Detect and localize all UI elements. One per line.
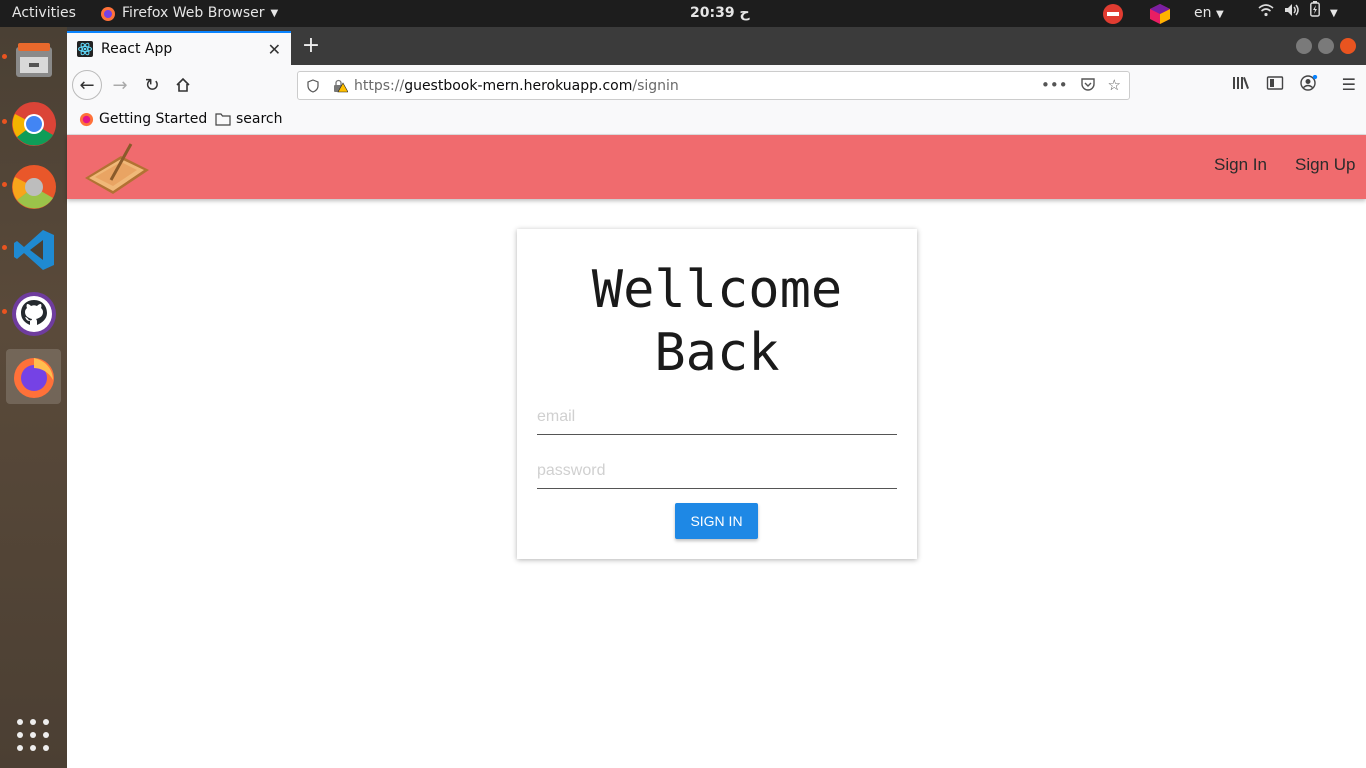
volume-icon <box>1284 0 1300 27</box>
files-launcher[interactable] <box>6 33 61 88</box>
firefox-icon <box>101 6 115 21</box>
url-path: /signin <box>632 77 679 94</box>
back-button[interactable]: ← <box>72 70 102 100</box>
shield-icon <box>307 78 319 93</box>
home-icon <box>176 77 190 92</box>
reload-button[interactable]: ↻ <box>137 70 167 100</box>
url-scheme: https:// <box>354 77 405 94</box>
pocket-icon[interactable] <box>1080 76 1096 92</box>
title-line-2: Back <box>654 323 780 383</box>
firefox-icon <box>13 357 54 398</box>
url-actions: ••• ☆ <box>1041 76 1121 94</box>
hamburger-menu-icon[interactable]: ☰ <box>1342 75 1356 94</box>
title-line-1: Wellcome <box>591 260 843 320</box>
tab-strip: React App ✕ + <box>67 27 1366 65</box>
vscode-icon <box>13 229 54 270</box>
window-controls <box>1296 38 1356 54</box>
arrow-left-icon: ← <box>79 74 95 96</box>
files-icon <box>15 42 52 77</box>
guestbook-logo-icon[interactable] <box>81 140 151 196</box>
bookmark-getting-started[interactable]: Getting Started <box>79 111 207 127</box>
insecure-lock-icon <box>334 79 348 92</box>
bookmark-search[interactable]: search <box>215 111 283 127</box>
chevron-down-icon: ▼ <box>1215 9 1224 20</box>
nav-signup-link[interactable]: Sign Up <box>1295 155 1355 175</box>
vscode-launcher[interactable] <box>6 222 61 277</box>
close-tab-icon[interactable]: ✕ <box>268 40 281 59</box>
chrome-beta-icon <box>11 164 56 209</box>
email-field[interactable] <box>537 399 897 435</box>
maximize-button[interactable] <box>1318 38 1334 54</box>
signin-card: Wellcome Back SIGN IN <box>517 229 917 559</box>
new-tab-button[interactable]: + <box>299 35 323 59</box>
react-icon <box>77 41 93 57</box>
dock <box>0 27 67 768</box>
activities-button[interactable]: Activities <box>12 0 76 27</box>
minimize-button[interactable] <box>1296 38 1312 54</box>
chevron-down-icon: ▼ <box>270 8 279 19</box>
url-bar[interactable]: https://guestbook-mern.herokuapp.com/sig… <box>297 71 1130 100</box>
bookmark-label: search <box>236 111 283 127</box>
chrome-icon <box>11 101 56 146</box>
page-title: Wellcome Back <box>517 259 917 385</box>
reload-icon: ↻ <box>144 74 160 96</box>
web-page: Sign In Sign Up Wellcome Back SIGN IN <box>67 135 1366 768</box>
chrome-launcher[interactable] <box>6 96 61 151</box>
app-menu[interactable]: Firefox Web Browser ▼ <box>100 0 278 27</box>
show-applications-icon[interactable] <box>17 719 49 751</box>
password-field[interactable] <box>537 453 897 489</box>
tab-title: React App <box>101 41 173 57</box>
wifi-icon <box>1258 0 1274 27</box>
battery-icon <box>1310 0 1320 27</box>
arrow-right-icon: → <box>112 74 128 96</box>
firefox-icon <box>79 112 94 126</box>
page-actions-icon[interactable]: ••• <box>1041 76 1068 94</box>
navigation-toolbar: ← → ↻ https://guestbook-mern.herokuapp.c… <box>67 65 1366 105</box>
clock[interactable]: 20:39 ح <box>690 0 750 27</box>
language-label: en <box>1194 5 1212 21</box>
firefox-launcher[interactable] <box>6 349 61 404</box>
app-header: Sign In Sign Up <box>67 135 1366 199</box>
toolbar-right: ☰ <box>1232 75 1356 94</box>
url-host: guestbook-mern.herokuapp.com <box>404 77 633 94</box>
signin-button[interactable]: SIGN IN <box>675 503 758 539</box>
bookmarks-toolbar: Getting Started search <box>67 105 1366 135</box>
github-desktop-launcher[interactable] <box>6 286 61 341</box>
close-window-button[interactable] <box>1340 38 1356 54</box>
bookmark-label: Getting Started <box>99 111 208 127</box>
cube-app-icon[interactable] <box>1149 3 1171 30</box>
sidebar-icon[interactable] <box>1266 75 1284 91</box>
github-desktop-icon <box>11 291 56 336</box>
system-top-bar: Activities Firefox Web Browser ▼ 20:39 ح… <box>0 0 1366 27</box>
chrome-beta-launcher[interactable] <box>6 159 61 214</box>
app-menu-label: Firefox Web Browser <box>122 5 265 21</box>
system-menu[interactable]: ▼ <box>1258 0 1338 27</box>
no-entry-icon[interactable] <box>1102 3 1124 30</box>
nav-signin-link[interactable]: Sign In <box>1214 155 1267 175</box>
bookmark-star-icon[interactable]: ☆ <box>1108 76 1121 94</box>
forward-button[interactable]: → <box>105 70 135 100</box>
library-icon[interactable] <box>1232 75 1250 91</box>
chevron-down-icon: ▼ <box>1330 8 1338 19</box>
language-menu[interactable]: en ▼ <box>1194 0 1224 27</box>
folder-icon <box>215 113 231 126</box>
account-icon[interactable] <box>1299 75 1318 91</box>
home-button[interactable] <box>168 70 198 100</box>
tab-react-app[interactable]: React App ✕ <box>67 31 291 65</box>
